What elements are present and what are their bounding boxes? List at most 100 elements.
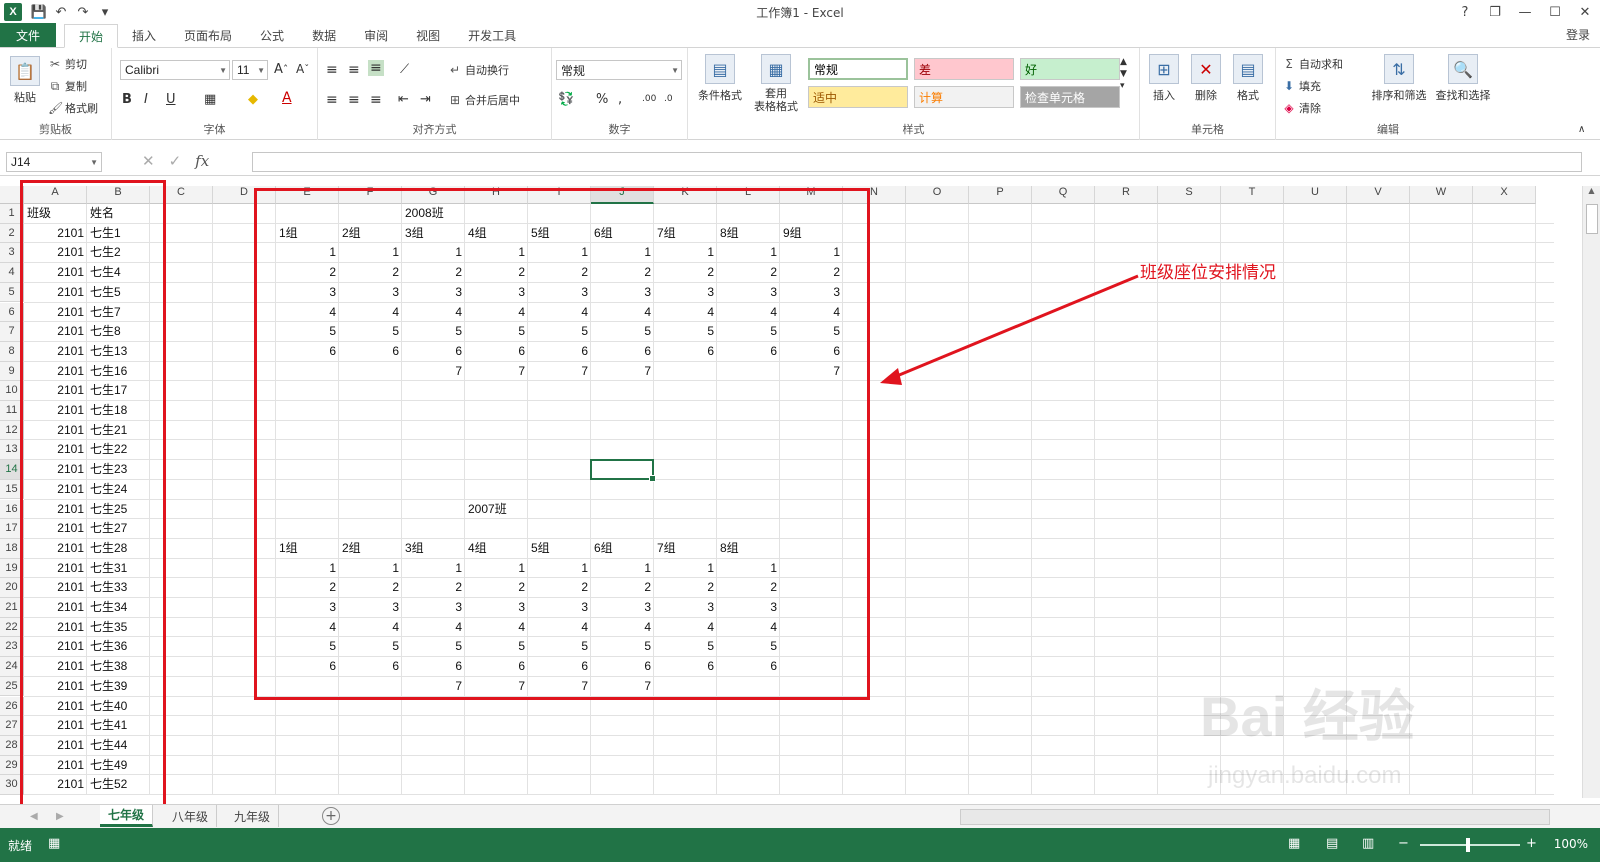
page-break-view-icon[interactable]: ▥ (1362, 836, 1374, 851)
cell-I8[interactable]: 6 (528, 342, 591, 362)
cell-B4[interactable]: 七生4 (87, 263, 150, 283)
sheet-tab-grade8[interactable]: 八年级 (164, 805, 218, 827)
cell-A20[interactable]: 2101 (24, 578, 87, 598)
cell-G22[interactable]: 4 (402, 618, 465, 638)
cell-I19[interactable]: 1 (528, 559, 591, 579)
zoom-level[interactable]: 100% (1554, 837, 1588, 851)
cell-B8[interactable]: 七生13 (87, 342, 150, 362)
cell-G23[interactable]: 5 (402, 637, 465, 657)
cell-A4[interactable]: 2101 (24, 263, 87, 283)
cell-E23[interactable]: 5 (276, 637, 339, 657)
selected-cell-J14[interactable] (590, 459, 656, 482)
cell-G7[interactable]: 5 (402, 322, 465, 342)
font-name-combo[interactable]: Calibri ▼ (120, 60, 230, 80)
cell-I22[interactable]: 4 (528, 618, 591, 638)
cell-L3[interactable]: 1 (717, 243, 780, 263)
cell-L2[interactable]: 8组 (717, 224, 780, 244)
column-header-G[interactable]: G (402, 186, 465, 204)
cell-B12[interactable]: 七生21 (87, 421, 150, 441)
cell-J23[interactable]: 5 (591, 637, 654, 657)
cell-B15[interactable]: 七生24 (87, 480, 150, 500)
align-top-icon[interactable]: ≡ (326, 62, 338, 78)
column-header-P[interactable]: P (969, 186, 1032, 204)
cell-H21[interactable]: 3 (465, 598, 528, 618)
cell-B1[interactable]: 姓名 (87, 204, 150, 224)
cell-J24[interactable]: 6 (591, 657, 654, 677)
cell-J9[interactable]: 7 (591, 362, 654, 382)
row-header-29[interactable]: 29 (0, 755, 24, 776)
row-header-13[interactable]: 13 (0, 440, 24, 461)
cell-B23[interactable]: 七生36 (87, 637, 150, 657)
cell-F18[interactable]: 2组 (339, 539, 402, 559)
cell-A8[interactable]: 2101 (24, 342, 87, 362)
increase-indent-icon[interactable]: ⇥ (420, 92, 431, 107)
orientation-icon[interactable]: ⟋ (400, 62, 409, 77)
add-sheet-icon[interactable]: + (322, 807, 340, 825)
cell-A12[interactable]: 2101 (24, 421, 87, 441)
copy-button[interactable]: ⧉ 复制 (48, 78, 87, 94)
cell-M8[interactable]: 6 (780, 342, 843, 362)
cell-F6[interactable]: 4 (339, 303, 402, 323)
ribbon-display-button[interactable]: ❐ (1480, 0, 1510, 24)
cell-B28[interactable]: 七生44 (87, 736, 150, 756)
cell-F3[interactable]: 1 (339, 243, 402, 263)
styles-scroll-icon[interactable]: ▲ ▼ ▾ (1120, 56, 1127, 92)
cell-M5[interactable]: 3 (780, 283, 843, 303)
cell-B10[interactable]: 七生17 (87, 381, 150, 401)
cell-B21[interactable]: 七生34 (87, 598, 150, 618)
cell-B30[interactable]: 七生52 (87, 775, 150, 795)
cell-B16[interactable]: 七生25 (87, 500, 150, 520)
cell-K5[interactable]: 3 (654, 283, 717, 303)
cell-G18[interactable]: 3组 (402, 539, 465, 559)
cell-G9[interactable]: 7 (402, 362, 465, 382)
column-header-X[interactable]: X (1473, 186, 1536, 204)
cut-button[interactable]: ✂ 剪切 (48, 56, 87, 72)
tab-page-layout[interactable]: 页面布局 (170, 23, 246, 47)
cell-K3[interactable]: 1 (654, 243, 717, 263)
cell-L8[interactable]: 6 (717, 342, 780, 362)
row-header-15[interactable]: 15 (0, 479, 24, 500)
scroll-up-icon[interactable]: ▲ (1583, 186, 1600, 195)
cell-B13[interactable]: 七生22 (87, 440, 150, 460)
cell-F20[interactable]: 2 (339, 578, 402, 598)
column-header-L[interactable]: L (717, 186, 780, 204)
enter-icon[interactable]: ✓ (169, 152, 182, 170)
column-header-F[interactable]: F (339, 186, 402, 204)
fill-color-icon[interactable]: ◆ (248, 92, 258, 107)
cell-K19[interactable]: 1 (654, 559, 717, 579)
underline-icon[interactable]: U (166, 92, 176, 107)
cell-M2[interactable]: 9组 (780, 224, 843, 244)
cell-style-3[interactable]: 好 (1020, 58, 1120, 80)
align-middle-icon[interactable]: ≡ (348, 62, 360, 78)
cell-H4[interactable]: 2 (465, 263, 528, 283)
cell-I2[interactable]: 5组 (528, 224, 591, 244)
cell-B17[interactable]: 七生27 (87, 519, 150, 539)
cell-H23[interactable]: 5 (465, 637, 528, 657)
cell-A15[interactable]: 2101 (24, 480, 87, 500)
table-format-button[interactable]: ▦ 套用 表格格式 (748, 54, 804, 113)
row-header-11[interactable]: 11 (0, 401, 24, 421)
cell-A6[interactable]: 2101 (24, 303, 87, 323)
formula-input[interactable] (252, 152, 1582, 172)
column-header-A[interactable]: A (24, 186, 87, 204)
fill-button[interactable]: ⬇ 填充 (1282, 78, 1321, 94)
column-header-Q[interactable]: Q (1032, 186, 1095, 204)
zoom-slider[interactable] (1420, 844, 1520, 846)
font-size-combo[interactable]: 11 ▼ (232, 60, 268, 80)
column-header-W[interactable]: W (1410, 186, 1473, 204)
cell-B3[interactable]: 七生2 (87, 243, 150, 263)
column-header-N[interactable]: N (843, 186, 906, 204)
page-layout-view-icon[interactable]: ▤ (1326, 836, 1338, 851)
cell-M9[interactable]: 7 (780, 362, 843, 382)
column-header-K[interactable]: K (654, 186, 717, 204)
row-header-10[interactable]: 10 (0, 381, 24, 401)
cell-K8[interactable]: 6 (654, 342, 717, 362)
cell-L7[interactable]: 5 (717, 322, 780, 342)
cell-J4[interactable]: 2 (591, 263, 654, 283)
row-header-6[interactable]: 6 (0, 302, 24, 323)
cell-H5[interactable]: 3 (465, 283, 528, 303)
row-header-30[interactable]: 30 (0, 775, 24, 795)
cell-style-1[interactable]: 常规 (808, 58, 908, 80)
cell-K6[interactable]: 4 (654, 303, 717, 323)
cell-J3[interactable]: 1 (591, 243, 654, 263)
